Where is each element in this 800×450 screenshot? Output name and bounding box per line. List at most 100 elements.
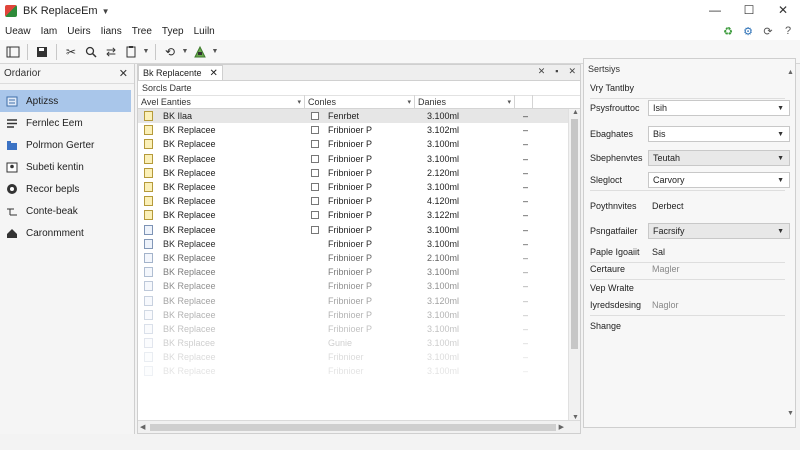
run-dropdown-icon[interactable]: ▼ [211, 48, 219, 55]
table-row[interactable]: BK Replacee Fribnioer P 2.100ml – [138, 251, 568, 265]
chevron-down-icon[interactable]: ▼ [777, 131, 784, 138]
row-checkbox[interactable] [311, 126, 319, 135]
table-row[interactable]: BK Rsplacee Gunie 3.100ml – [138, 336, 568, 350]
sidebar-icon[interactable] [4, 43, 22, 61]
pane-close-icon[interactable]: ✕ [538, 66, 546, 77]
table-row[interactable]: BK Ilaa Fenrbet 3.100ml – [138, 109, 568, 124]
scroll-right-icon[interactable]: ▶ [559, 423, 564, 431]
row-checkbox[interactable] [311, 367, 319, 375]
table-row[interactable]: BK Replacee Fribnioer P 4.120ml – [138, 194, 568, 208]
menu-item-0[interactable]: Ueaw [0, 26, 36, 37]
minimize-button[interactable]: — [698, 0, 732, 20]
row-checkbox[interactable] [311, 254, 319, 262]
explorer-close-icon[interactable]: ✕ [119, 67, 128, 80]
row-checkbox[interactable] [311, 325, 319, 333]
help-icon[interactable]: ? [782, 25, 794, 37]
property-dropdown[interactable]: Teutah ▼ [648, 150, 790, 166]
vertical-scrollbar[interactable]: ▲ ▼ [568, 109, 580, 421]
menu-item-5[interactable]: Tyep [157, 26, 189, 37]
column-header-0[interactable]: Avel Eanties ▾ [138, 95, 305, 109]
column-header-2[interactable]: Danies ▾ [415, 95, 515, 109]
table-row[interactable]: BK Replacee Fribnioer P 3.100ml – [138, 180, 568, 194]
menu-item-2[interactable]: Ueirs [62, 26, 95, 37]
cut-icon[interactable]: ✂ [62, 43, 80, 61]
chevron-down-icon[interactable]: ▼ [777, 228, 784, 235]
row-checkbox[interactable] [311, 268, 319, 276]
save-icon[interactable] [33, 43, 51, 61]
column-header-3[interactable] [515, 95, 533, 109]
sync-icon[interactable]: ⟳ [762, 25, 774, 38]
scroll-up-icon[interactable]: ▲ [787, 69, 794, 76]
row-checkbox[interactable] [311, 154, 319, 163]
recycle-icon[interactable]: ♻ [722, 25, 734, 38]
scroll-up-icon[interactable]: ▲ [572, 109, 579, 116]
table-row[interactable]: BK Replacee Fribnioer P 3.100ml – [138, 152, 568, 166]
menu-item-6[interactable]: Luiln [189, 26, 220, 37]
horizontal-scroll-thumb[interactable] [150, 424, 556, 431]
table-row[interactable]: BK Replacee Fribnioer P 3.100ml – [138, 237, 568, 251]
explorer-item-1[interactable]: Fernlec Eem [0, 112, 131, 134]
row-checkbox[interactable] [311, 197, 319, 206]
row-checkbox[interactable] [311, 282, 319, 290]
table-row[interactable]: BK Replacee Fribnioer 3.100ml – [138, 350, 568, 364]
table-row[interactable]: BK Replacee Fribnioer P 3.102ml – [138, 123, 568, 137]
sort-caret-icon[interactable]: ▾ [297, 98, 301, 106]
table-row[interactable]: BK Replacee Fribnioer P 3.100ml – [138, 223, 568, 237]
horizontal-scrollbar[interactable]: ◀ ▶ [138, 420, 580, 433]
column-header-1[interactable]: Conles ▾ [305, 95, 415, 109]
row-checkbox[interactable] [311, 140, 319, 149]
explorer-item-2[interactable]: Polrmon Gerter [0, 134, 131, 156]
row-checkbox[interactable] [311, 240, 319, 248]
sort-caret-icon[interactable]: ▾ [407, 98, 411, 106]
table-row[interactable]: BK Replacee Fribnioer P 3.100ml – [138, 308, 568, 322]
table-row[interactable]: BK Replacee Fribnioer P 3.100ml – [138, 279, 568, 293]
vertical-scroll-thumb[interactable] [571, 119, 578, 349]
table-row[interactable]: BK Replacee Fribnioer P 3.100ml – [138, 137, 568, 151]
menu-item-4[interactable]: Tree [127, 26, 157, 37]
swap-icon[interactable]: ⇄ [102, 43, 120, 61]
row-checkbox[interactable] [311, 297, 319, 305]
paste-dropdown-icon[interactable]: ▼ [142, 48, 150, 55]
explorer-item-5[interactable]: Conte-beak [0, 200, 131, 222]
table-row[interactable]: BK Replacee Fribnioer P 3.100ml – [138, 265, 568, 279]
chevron-down-icon[interactable]: ▼ [777, 105, 784, 112]
sort-caret-icon[interactable]: ▾ [507, 98, 511, 106]
property-dropdown[interactable]: Isih ▼ [648, 100, 790, 116]
row-checkbox[interactable] [311, 211, 319, 220]
run-icon[interactable] [191, 43, 209, 61]
row-checkbox[interactable] [311, 225, 319, 234]
row-checkbox[interactable] [311, 168, 319, 177]
property-dropdown[interactable]: Carvory ▼ [648, 172, 790, 188]
pane-pin-icon[interactable]: ▪ [555, 66, 558, 77]
scroll-down-icon[interactable]: ▼ [787, 410, 794, 417]
table-row[interactable]: BK Replacee Fribnioer P 2.120ml – [138, 166, 568, 180]
explorer-item-6[interactable]: Caronmment [0, 222, 131, 244]
close-button[interactable]: ✕ [766, 0, 800, 20]
explorer-item-0[interactable]: Aptizss [0, 90, 131, 112]
row-checkbox[interactable] [311, 311, 319, 319]
row-checkbox[interactable] [311, 112, 319, 121]
search-icon[interactable] [82, 43, 100, 61]
explorer-item-4[interactable]: Recor bepls [0, 178, 131, 200]
menu-item-1[interactable]: Iam [36, 26, 63, 37]
table-row[interactable]: BK Replacee Fribnioer P 3.120ml – [138, 293, 568, 307]
title-dropdown-icon[interactable]: ▼ [102, 7, 110, 16]
paste-icon[interactable] [122, 43, 140, 61]
chevron-down-icon[interactable]: ▼ [777, 155, 784, 162]
property-dropdown[interactable]: Facrsify ▼ [648, 223, 790, 239]
replace-dropdown-icon[interactable]: ▼ [181, 48, 189, 55]
properties-scrollbar[interactable]: ▲ ▼ [787, 69, 794, 417]
maximize-button[interactable]: ☐ [732, 0, 766, 20]
scroll-left-icon[interactable]: ◀ [140, 423, 145, 431]
row-checkbox[interactable] [311, 339, 319, 347]
table-row[interactable]: BK Replacee Fribnioer P 3.100ml – [138, 322, 568, 336]
property-dropdown[interactable]: Bis ▼ [648, 126, 790, 142]
row-checkbox[interactable] [311, 353, 319, 361]
menu-item-3[interactable]: Iians [96, 26, 127, 37]
tab-document[interactable]: Bk Replacente ✕ [138, 65, 223, 80]
table-row[interactable]: BK Replacee Fribnioer P 3.122ml – [138, 208, 568, 222]
pane-close-all-icon[interactable]: ✕ [568, 66, 576, 77]
chevron-down-icon[interactable]: ▼ [777, 177, 784, 184]
replace-icon[interactable]: ⟲ [161, 43, 179, 61]
table-row[interactable]: BK Replacee Fribnioer 3.100ml – [138, 364, 568, 378]
